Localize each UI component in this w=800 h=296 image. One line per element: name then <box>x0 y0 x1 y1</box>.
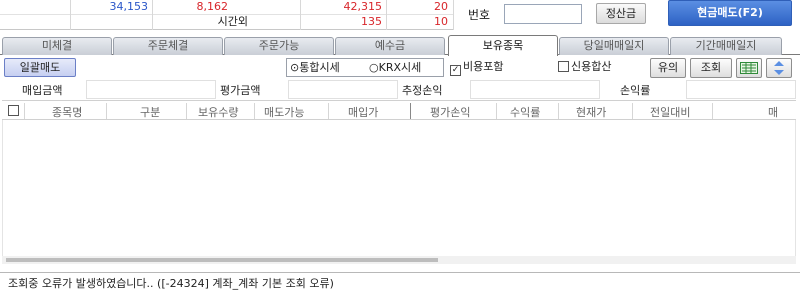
valuation-amount-field <box>288 80 398 99</box>
top-cell: 42,315 <box>343 0 383 13</box>
col-truncated[interactable]: 매 <box>768 104 778 120</box>
column-separator <box>254 103 255 119</box>
divider <box>453 0 454 30</box>
toolbar: 일괄매도 ⊙통합시세 ○KRX시세 ✓ 비용포함 신용합산 유의 조회 <box>0 56 800 80</box>
radio-integrated[interactable]: ⊙통합시세 <box>290 61 340 75</box>
include-cost-label: 비용포함 <box>463 60 504 73</box>
status-bar: 조회중 오류가 발생하였습니다.. ([-24324] 계좌_계좌 기본 조회 … <box>0 272 800 296</box>
tab-order-fills[interactable]: 주문체결 <box>113 37 223 55</box>
col-type[interactable]: 구분 <box>140 104 160 120</box>
scroll-updown-icon[interactable] <box>766 58 792 78</box>
purchase-amount-label: 매입금액 <box>22 84 63 97</box>
number-label: 번호 <box>468 8 491 22</box>
notice-button[interactable]: 유의 <box>650 58 686 78</box>
col-return-rate[interactable]: 수익률 <box>510 104 540 120</box>
radio-krx-label: KRX시세 <box>378 61 422 74</box>
valuation-amount-label: 평가금액 <box>220 84 261 97</box>
credit-combined-label: 신용합산 <box>571 60 612 73</box>
cash-sell-button[interactable]: 현금매도(F2) <box>668 0 792 26</box>
column-separator <box>24 103 25 119</box>
settlement-button[interactable]: 정산금 <box>596 3 646 24</box>
top-cell: 8,162 <box>196 0 229 13</box>
number-input[interactable] <box>504 4 582 24</box>
checkbox-checked-icon: ✓ <box>450 65 461 76</box>
price-source-radio-group: ⊙통합시세 ○KRX시세 <box>286 58 444 77</box>
col-purchase-price[interactable]: 매입가 <box>348 104 378 120</box>
radio-selected-icon: ⊙ <box>290 61 300 74</box>
radio-empty-icon: ○ <box>369 61 379 74</box>
top-cell: 10 <box>434 15 448 28</box>
column-separator <box>410 103 411 119</box>
select-all-checkbox[interactable] <box>8 105 19 116</box>
summary-row: 매입금액 평가금액 추정손익 손익률 <box>0 80 800 99</box>
scrollbar-thumb[interactable] <box>6 258 438 262</box>
credit-combined-checkbox[interactable]: 신용합산 <box>558 60 611 74</box>
col-valuation-pnl[interactable]: 평가손익 <box>430 104 470 120</box>
col-sellable[interactable]: 매도가능 <box>264 104 304 120</box>
top-summary-table: 34,153 8,162 42,315 20 시간외 135 10 <box>0 0 454 30</box>
column-separator <box>106 103 107 119</box>
col-stock-name[interactable]: 종목명 <box>52 104 82 120</box>
tab-deposit[interactable]: 예수금 <box>335 37 445 55</box>
column-separator <box>496 103 497 119</box>
column-separator <box>632 103 633 119</box>
radio-krx[interactable]: ○KRX시세 <box>369 61 421 75</box>
column-separator <box>712 103 713 119</box>
top-cell: 34,153 <box>109 0 149 13</box>
column-separator <box>558 103 559 119</box>
holdings-grid-body[interactable] <box>2 120 796 260</box>
checkbox-empty-icon <box>558 61 569 72</box>
top-cell: 20 <box>434 0 448 13</box>
estimated-pnl-label: 추정손익 <box>402 84 443 97</box>
tab-unfilled[interactable]: 미체결 <box>2 37 112 55</box>
divider <box>70 0 71 30</box>
pnl-rate-label: 손익률 <box>620 84 651 97</box>
tab-holdings[interactable]: 보유종목 <box>448 35 558 56</box>
top-cell: 135 <box>361 15 382 28</box>
horizontal-scrollbar[interactable] <box>2 256 796 264</box>
tab-bar: 미체결 주문체결 주문가능 예수금 보유종목 당일매매일지 기간매매일지 <box>0 35 800 56</box>
pnl-rate-field <box>686 80 796 99</box>
purchase-amount-field <box>86 80 216 99</box>
divider <box>152 0 153 30</box>
estimated-pnl-field <box>470 80 600 99</box>
divider <box>300 0 301 30</box>
include-cost-checkbox[interactable]: ✓ 비용포함 <box>450 60 503 76</box>
tab-daily-journal[interactable]: 당일매매일지 <box>559 37 669 55</box>
column-separator <box>186 103 187 119</box>
after-hours-label: 시간외 <box>217 15 248 28</box>
col-holding-qty[interactable]: 보유수량 <box>198 104 238 120</box>
query-button[interactable]: 조회 <box>690 58 732 78</box>
divider <box>386 0 387 30</box>
excel-icon[interactable] <box>736 58 762 78</box>
order-panel: 번호 정산금 현금매도(F2) <box>456 0 800 30</box>
radio-integrated-label: 통합시세 <box>299 61 340 74</box>
col-prev-day-change[interactable]: 전일대비 <box>650 104 690 120</box>
col-current-price[interactable]: 현재가 <box>576 104 606 120</box>
column-separator <box>328 103 329 119</box>
bulk-sell-button[interactable]: 일괄매도 <box>4 58 76 77</box>
tab-order-available[interactable]: 주문가능 <box>224 37 334 55</box>
holdings-grid-header: 종목명 구분 보유수량 매도가능 매입가 평가손익 수익률 현재가 전일대비 매 <box>2 100 796 120</box>
tab-period-journal[interactable]: 기간매매일지 <box>670 37 782 55</box>
